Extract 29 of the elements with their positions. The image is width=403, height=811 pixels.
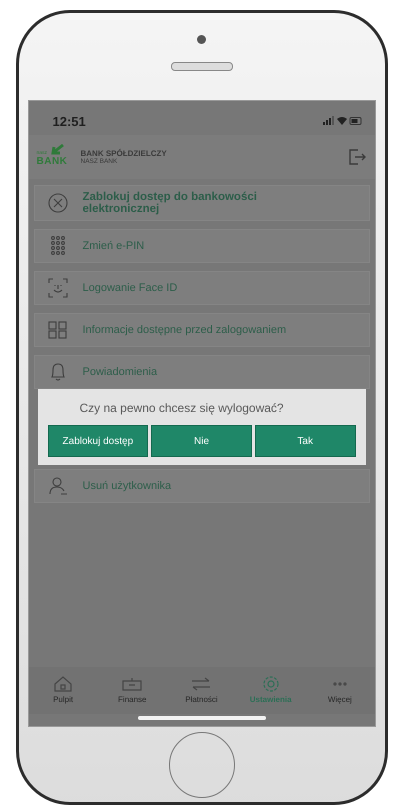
menu-item[interactable]: Zablokuj dostęp do bankowości elektronicznej [34,185,370,221]
camera-icon [197,35,206,44]
menu-item[interactable]: Powiadomienia [34,355,370,389]
status-time: 12:51 [52,114,86,128]
dialog-button[interactable]: Nie [151,425,252,457]
tab-item[interactable]: Pulpit [33,675,94,704]
tab-item[interactable]: Więcej [310,675,370,704]
face-id-icon [46,277,68,299]
bank-name: BANK SPÓŁDZIELCZY [80,149,168,158]
arrows-icon [190,675,212,693]
dialog-button[interactable]: Zablokuj dostęp [48,425,148,457]
tab-item[interactable]: Płatności [171,675,232,704]
logout-icon[interactable] [346,147,366,167]
status-icons [322,116,362,126]
circle-x-icon [46,192,68,214]
tab-item[interactable]: Finanse [102,675,162,704]
more-icon [332,682,347,686]
menu-item[interactable]: Informacje dostępne przed zalogowaniem [34,313,370,347]
home-button[interactable] [168,732,234,798]
dialog-button[interactable]: Tak [254,425,356,457]
dialog-message: Czy na pewno chcesz się wylogować? [78,401,285,415]
speaker-icon [170,62,232,71]
menu-item[interactable]: Zmień e-PIN [34,229,370,263]
wallet-icon [121,675,144,693]
home-icon [52,675,74,693]
grid-icon [46,319,68,341]
menu-item[interactable]: Logowanie Face ID [34,271,370,305]
user-icon [46,475,68,497]
menu-item[interactable]: Usuń użytkownika [34,469,370,503]
